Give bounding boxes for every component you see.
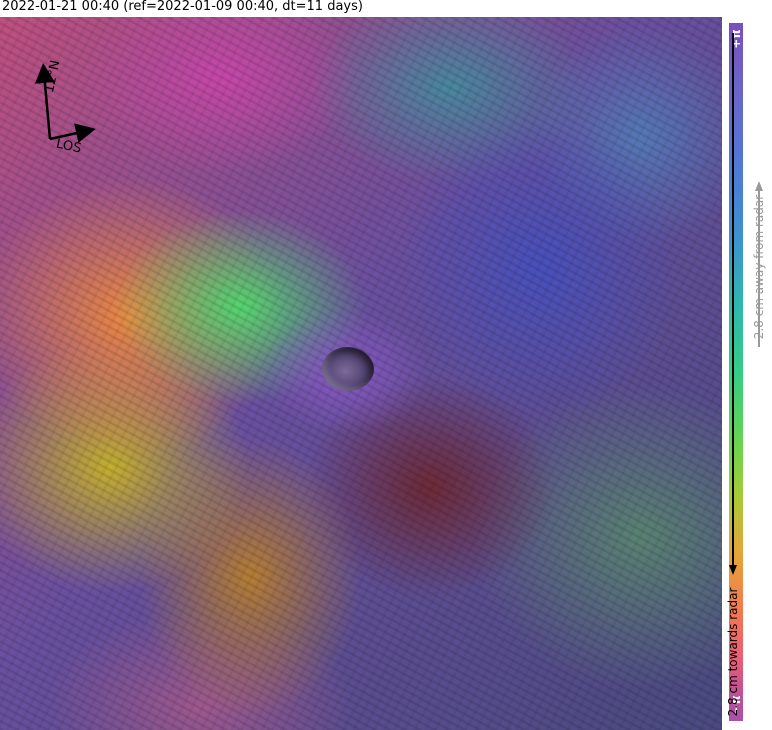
phase-colorbar: +π −π 2.8 cm away from radar 2.8 cm towa… — [722, 17, 772, 730]
summit-crater — [322, 347, 374, 391]
compass-rose: 12°N LOS — [20, 57, 110, 167]
image-title: 2022-01-21 00:40 (ref=2022-01-09 00:40, … — [2, 0, 363, 14]
towards-arrow-head — [729, 565, 737, 575]
away-arrow-head — [755, 181, 763, 191]
colorbar-towards-text: 2.8 cm towards radar — [726, 587, 740, 717]
interferogram-map: 12°N LOS — [0, 17, 722, 730]
colorbar-away-text: 2.8 cm away from radar — [752, 194, 766, 340]
